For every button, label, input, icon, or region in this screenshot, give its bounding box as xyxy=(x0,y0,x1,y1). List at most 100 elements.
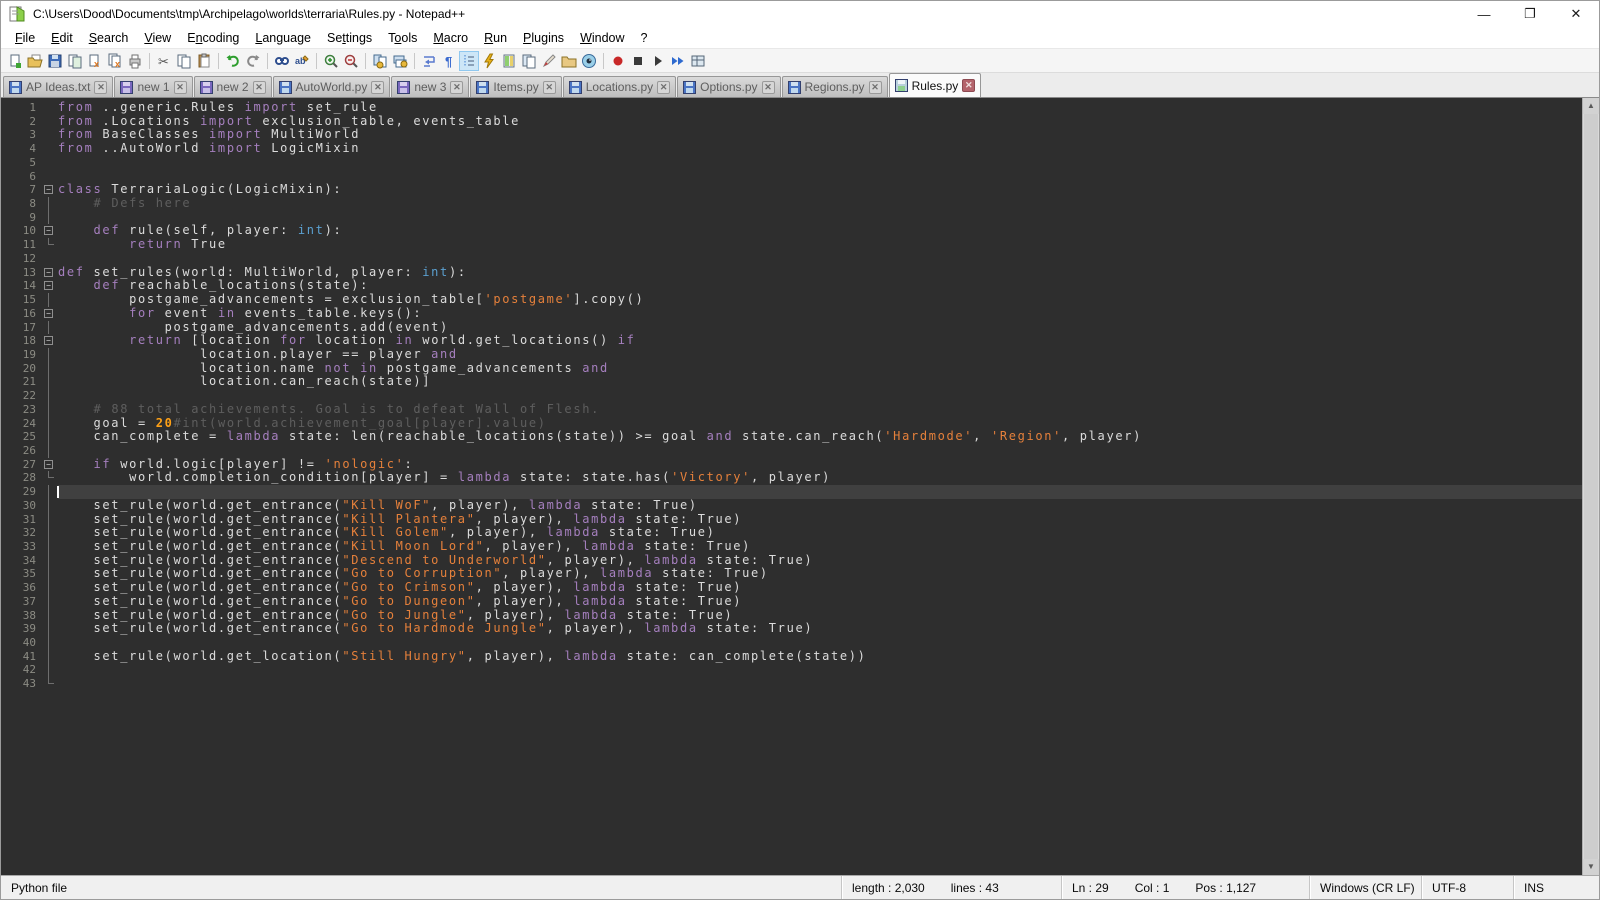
code-text[interactable]: set_rule(world.get_location("Still Hungr… xyxy=(58,650,1582,664)
tab-close-icon[interactable]: ✕ xyxy=(174,81,187,94)
code-text[interactable]: location.player == player and xyxy=(58,348,1582,362)
code-line[interactable]: 25 can_complete = lambda state: len(reac… xyxy=(1,430,1582,444)
code-line[interactable]: 8 # Defs here xyxy=(1,197,1582,211)
macro-run-multiple-icon[interactable] xyxy=(668,51,688,71)
menu-macro[interactable]: Macro xyxy=(425,29,476,47)
code-line[interactable]: 12 xyxy=(1,252,1582,266)
code-text[interactable]: def rule(self, player: int): xyxy=(58,224,1582,238)
code-line[interactable]: 3from BaseClasses import MultiWorld xyxy=(1,128,1582,142)
code-line[interactable]: 37 set_rule(world.get_entrance("Go to Du… xyxy=(1,595,1582,609)
tab-rules-py[interactable]: Rules.py✕ xyxy=(889,73,982,97)
code-line[interactable]: 38 set_rule(world.get_entrance("Go to Ju… xyxy=(1,609,1582,623)
code-line[interactable]: 41 set_rule(world.get_location("Still Hu… xyxy=(1,650,1582,664)
code-text[interactable]: for event in events_table.keys(): xyxy=(58,307,1582,321)
code-text[interactable]: class TerrariaLogic(LogicMixin): xyxy=(58,183,1582,197)
tab-close-icon[interactable]: ✕ xyxy=(371,81,384,94)
code-text[interactable]: return True xyxy=(58,238,1582,252)
menu-file[interactable]: File xyxy=(7,29,43,47)
code-line[interactable]: 22 xyxy=(1,389,1582,403)
code-text[interactable] xyxy=(58,677,1582,691)
code-text[interactable] xyxy=(58,444,1582,458)
tab-close-icon[interactable]: ✕ xyxy=(450,81,463,94)
code-text[interactable]: def reachable_locations(state): xyxy=(58,279,1582,293)
code-line[interactable]: 17 postgame_advancements.add(event) xyxy=(1,321,1582,335)
fold-collapse-icon[interactable]: − xyxy=(41,266,58,280)
code-text[interactable]: set_rule(world.get_entrance("Kill Plante… xyxy=(58,513,1582,527)
show-indent-guide-icon[interactable] xyxy=(459,51,479,71)
sync-scroll-vertical-icon[interactable] xyxy=(370,51,390,71)
fold-collapse-icon[interactable]: − xyxy=(41,307,58,321)
code-line[interactable]: 29 xyxy=(1,485,1582,499)
menu-run[interactable]: Run xyxy=(476,29,515,47)
tab-close-icon[interactable]: ✕ xyxy=(94,81,107,94)
close-doc-icon[interactable]: x xyxy=(85,51,105,71)
code-editor[interactable]: 1from ..generic.Rules import set_rule2fr… xyxy=(1,97,1599,875)
code-text[interactable]: set_rule(world.get_entrance("Kill Golem"… xyxy=(58,526,1582,540)
new-file-icon[interactable] xyxy=(5,51,25,71)
document-switcher-icon[interactable] xyxy=(519,51,539,71)
code-text[interactable]: set_rule(world.get_entrance("Go to Crims… xyxy=(58,581,1582,595)
code-text[interactable]: location.can_reach(state)] xyxy=(58,375,1582,389)
code-text[interactable] xyxy=(58,636,1582,650)
code-line[interactable]: 32 set_rule(world.get_entrance("Kill Gol… xyxy=(1,526,1582,540)
scroll-down-arrow-icon[interactable]: ▼ xyxy=(1583,859,1599,875)
code-text[interactable]: return [location for location in world.g… xyxy=(58,334,1582,348)
menu-edit[interactable]: Edit xyxy=(43,29,81,47)
code-text[interactable]: world.completion_condition[player] = lam… xyxy=(58,471,1582,485)
tab-close-icon[interactable]: ✕ xyxy=(543,81,556,94)
macro-record-icon[interactable] xyxy=(608,51,628,71)
fold-collapse-icon[interactable]: − xyxy=(41,458,58,472)
close-all-icon[interactable]: x xyxy=(105,51,125,71)
menu-plugins[interactable]: Plugins xyxy=(515,29,572,47)
show-all-characters-icon[interactable]: ¶ xyxy=(439,51,459,71)
menu-?[interactable]: ? xyxy=(633,29,656,47)
zoom-out-icon[interactable] xyxy=(341,51,361,71)
vertical-scrollbar[interactable]: ▲ ▼ xyxy=(1582,98,1599,875)
code-text[interactable] xyxy=(58,170,1582,184)
replace-icon[interactable]: ab xyxy=(292,51,312,71)
paste-icon[interactable] xyxy=(194,51,214,71)
code-text[interactable]: set_rule(world.get_entrance("Descend to … xyxy=(58,554,1582,568)
code-line[interactable]: 10− def rule(self, player: int): xyxy=(1,224,1582,238)
code-text[interactable]: set_rule(world.get_entrance("Go to Hardm… xyxy=(58,622,1582,636)
code-text[interactable]: set_rule(world.get_entrance("Go to Dunge… xyxy=(58,595,1582,609)
tab-regions-py[interactable]: Regions.py✕ xyxy=(782,76,888,97)
menu-search[interactable]: Search xyxy=(81,29,137,47)
code-text[interactable] xyxy=(58,485,1582,499)
menu-encoding[interactable]: Encoding xyxy=(179,29,247,47)
sync-scroll-horizontal-icon[interactable] xyxy=(390,51,410,71)
code-line[interactable]: 13−def set_rules(world: MultiWorld, play… xyxy=(1,266,1582,280)
cut-icon[interactable]: ✂ xyxy=(154,51,174,71)
menu-settings[interactable]: Settings xyxy=(319,29,380,47)
code-area[interactable]: 1from ..generic.Rules import set_rule2fr… xyxy=(1,98,1582,875)
restore-button[interactable]: ❐ xyxy=(1507,1,1553,27)
code-text[interactable]: from .Locations import exclusion_table, … xyxy=(58,115,1582,129)
code-line[interactable]: 19 location.player == player and xyxy=(1,348,1582,362)
style-marker-icon[interactable] xyxy=(539,51,559,71)
code-text[interactable] xyxy=(58,211,1582,225)
code-line[interactable]: 26 xyxy=(1,444,1582,458)
code-line[interactable]: 1from ..generic.Rules import set_rule xyxy=(1,101,1582,115)
tab-new-1[interactable]: new 1✕ xyxy=(114,76,192,97)
function-list-icon[interactable] xyxy=(479,51,499,71)
code-line[interactable]: 27− if world.logic[player] != 'nologic': xyxy=(1,458,1582,472)
menu-tools[interactable]: Tools xyxy=(380,29,425,47)
code-text[interactable]: # Defs here xyxy=(58,197,1582,211)
menu-language[interactable]: Language xyxy=(247,29,319,47)
code-line[interactable]: 20 location.name not in postgame_advance… xyxy=(1,362,1582,376)
code-line[interactable]: 7−class TerrariaLogic(LogicMixin): xyxy=(1,183,1582,197)
redo-icon[interactable] xyxy=(243,51,263,71)
tab-ap-ideas-txt[interactable]: AP Ideas.txt✕ xyxy=(3,76,113,97)
open-folder-icon[interactable] xyxy=(25,51,45,71)
word-wrap-icon[interactable] xyxy=(419,51,439,71)
tab-autoworld-py[interactable]: AutoWorld.py✕ xyxy=(273,76,391,97)
close-button[interactable]: ✕ xyxy=(1553,1,1599,27)
tab-options-py[interactable]: Options.py✕ xyxy=(677,76,780,97)
code-text[interactable]: set_rule(world.get_entrance("Go to Corru… xyxy=(58,567,1582,581)
tab-close-icon[interactable]: ✕ xyxy=(869,81,882,94)
scroll-up-arrow-icon[interactable]: ▲ xyxy=(1583,98,1599,114)
menu-view[interactable]: View xyxy=(136,29,179,47)
code-line[interactable]: 43 xyxy=(1,677,1582,691)
code-line[interactable]: 33 set_rule(world.get_entrance("Kill Moo… xyxy=(1,540,1582,554)
code-line[interactable]: 39 set_rule(world.get_entrance("Go to Ha… xyxy=(1,622,1582,636)
